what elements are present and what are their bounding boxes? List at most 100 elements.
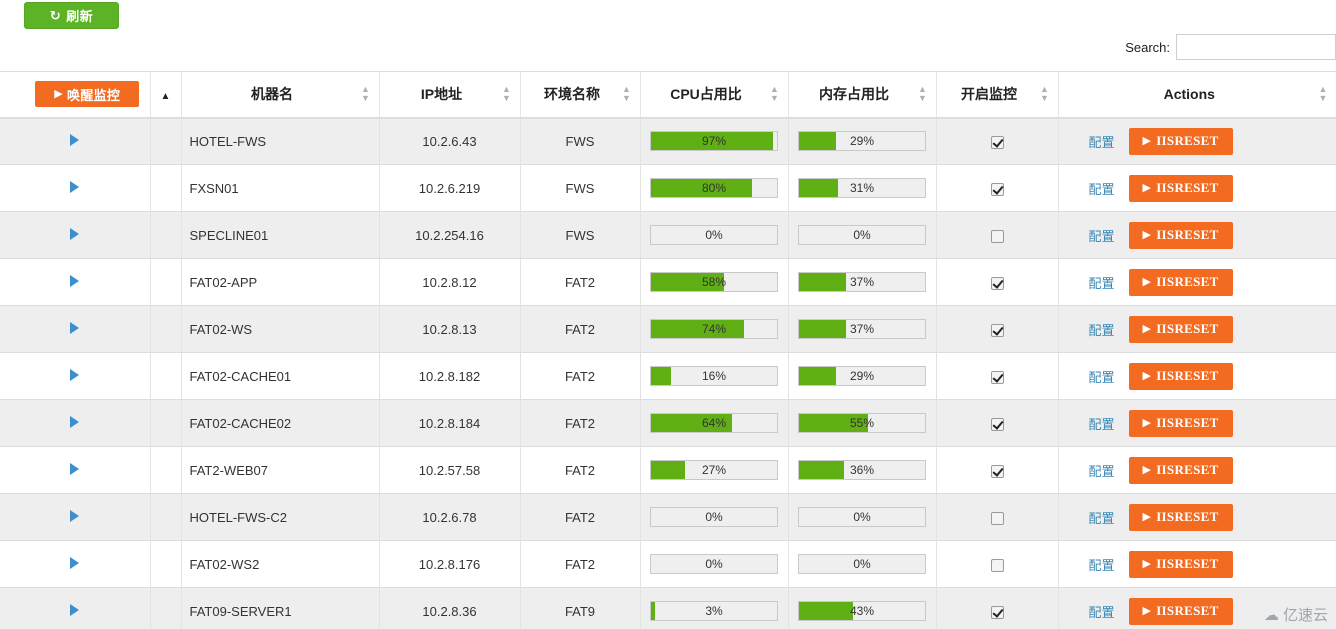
row-expand-cell[interactable] [0,352,151,400]
triangle-right-icon[interactable] [70,368,80,381]
config-link[interactable]: 配置 [1089,602,1115,621]
triangle-right-icon[interactable] [70,603,80,616]
triangle-right-icon[interactable] [70,415,80,428]
cell-monitor-enabled[interactable] [936,211,1059,259]
monitor-checkbox[interactable] [990,370,1004,384]
triangle-right-icon[interactable] [70,227,80,240]
table-row: HOTEL-FWS 10.2.6.43 FWS 97% 29% 配置 ▶ IISRESET [0,117,1336,165]
config-link[interactable]: 配置 [1089,179,1115,198]
iisreset-button[interactable]: ▶ IISRESET [1128,268,1233,296]
cell-host: HOTEL-FWS-C2 [181,493,380,541]
header-ip[interactable]: IP地址 ▲ ▼ [379,71,521,119]
config-link[interactable]: 配置 [1089,273,1115,292]
row-expand-cell[interactable] [0,587,151,629]
iisreset-button[interactable]: ▶ IISRESET [1128,127,1233,155]
header-actions[interactable]: Actions ▲ ▼ [1058,71,1336,119]
row-expand-cell[interactable] [0,446,151,494]
triangle-right-icon[interactable] [70,509,80,522]
monitor-checkbox[interactable] [990,323,1004,337]
cell-memory: 36% [788,446,937,494]
header-sort-arrow[interactable]: ▲ [150,71,182,119]
cell-monitor-enabled[interactable] [936,399,1059,447]
iisreset-button[interactable]: ▶ IISRESET [1128,550,1233,578]
sort-icon: ▲ ▼ [502,84,511,104]
config-link[interactable]: 配置 [1089,132,1115,151]
cell-monitor-enabled[interactable] [936,587,1059,629]
triangle-right-icon[interactable] [70,133,80,146]
monitor-checkbox[interactable] [990,417,1004,431]
triangle-right-icon[interactable] [70,321,80,334]
cell-memory: 0% [788,540,937,588]
row-expand-cell[interactable] [0,211,151,259]
iisreset-button-label: IISRESET [1156,274,1219,289]
wake-monitor-button-label: 唤醒监控 [67,87,121,103]
row-expand-cell[interactable] [0,117,151,165]
wake-monitor-button[interactable]: ▶ 唤醒监控 [35,81,140,108]
memory-progress-bar: 31% [798,178,926,198]
play-icon: ▶ [1142,463,1152,476]
iisreset-button[interactable]: ▶ IISRESET [1128,597,1233,625]
config-link[interactable]: 配置 [1089,555,1115,574]
monitor-checkbox[interactable] [990,558,1004,572]
cell-memory: 29% [788,352,937,400]
server-monitor-page: ↻ 刷新 Search: ▶ 唤醒监控 ▲ 机器名 ▲ ▼ IP地址 ▲ ▼ 环… [0,0,1336,629]
cell-cpu: 16% [640,352,789,400]
cell-monitor-enabled[interactable] [936,540,1059,588]
memory-progress-bar: 43% [798,601,926,621]
monitor-checkbox[interactable] [990,276,1004,290]
cell-host: FAT02-WS2 [181,540,380,588]
config-link[interactable]: 配置 [1089,320,1115,339]
memory-progress-bar: 37% [798,272,926,292]
refresh-button[interactable]: ↻ 刷新 [24,2,119,29]
cell-env: FAT2 [520,258,641,306]
triangle-right-icon[interactable] [70,462,80,475]
row-expand-cell[interactable] [0,258,151,306]
monitor-checkbox[interactable] [990,464,1004,478]
header-monitor-enabled[interactable]: 开启监控 ▲ ▼ [936,71,1059,119]
cell-monitor-enabled[interactable] [936,493,1059,541]
monitor-checkbox[interactable] [990,511,1004,525]
config-link[interactable]: 配置 [1089,461,1115,480]
memory-progress-bar: 0% [798,225,926,245]
triangle-right-icon[interactable] [70,274,80,287]
triangle-right-icon[interactable] [70,180,80,193]
row-expand-cell[interactable] [0,399,151,447]
cell-monitor-enabled[interactable] [936,305,1059,353]
iisreset-button[interactable]: ▶ IISRESET [1128,174,1233,202]
monitor-checkbox[interactable] [990,182,1004,196]
cell-ip: 10.2.8.13 [379,305,521,353]
iisreset-button[interactable]: ▶ IISRESET [1128,409,1233,437]
play-icon: ▶ [54,87,64,100]
header-env[interactable]: 环境名称 ▲ ▼ [520,71,641,119]
row-expand-cell[interactable] [0,540,151,588]
row-expand-cell[interactable] [0,493,151,541]
monitor-checkbox[interactable] [990,135,1004,149]
config-link[interactable]: 配置 [1089,226,1115,245]
monitor-checkbox[interactable] [990,605,1004,619]
iisreset-button[interactable]: ▶ IISRESET [1128,503,1233,531]
iisreset-button[interactable]: ▶ IISRESET [1128,362,1233,390]
header-memory[interactable]: 内存占用比 ▲ ▼ [788,71,937,119]
cell-monitor-enabled[interactable] [936,446,1059,494]
header-cpu[interactable]: CPU占用比 ▲ ▼ [640,71,789,119]
table-row: FAT02-WS 10.2.8.13 FAT2 74% 37% 配置 ▶ IISRESET [0,305,1336,353]
iisreset-button[interactable]: ▶ IISRESET [1128,221,1233,249]
row-expand-cell[interactable] [0,164,151,212]
row-expand-cell[interactable] [0,305,151,353]
sort-icon: ▲ ▼ [918,84,927,104]
config-link[interactable]: 配置 [1089,414,1115,433]
iisreset-button[interactable]: ▶ IISRESET [1128,456,1233,484]
search-input[interactable] [1176,34,1336,60]
cell-monitor-enabled[interactable] [936,117,1059,165]
config-link[interactable]: 配置 [1089,367,1115,386]
memory-progress-bar: 0% [798,554,926,574]
iisreset-button[interactable]: ▶ IISRESET [1128,315,1233,343]
monitor-checkbox[interactable] [990,229,1004,243]
cell-monitor-enabled[interactable] [936,258,1059,306]
config-link[interactable]: 配置 [1089,508,1115,527]
triangle-right-icon[interactable] [70,556,80,569]
cell-monitor-enabled[interactable] [936,164,1059,212]
sort-icon: ▲ ▼ [1040,84,1049,104]
cell-monitor-enabled[interactable] [936,352,1059,400]
header-host[interactable]: 机器名 ▲ ▼ [181,71,380,119]
